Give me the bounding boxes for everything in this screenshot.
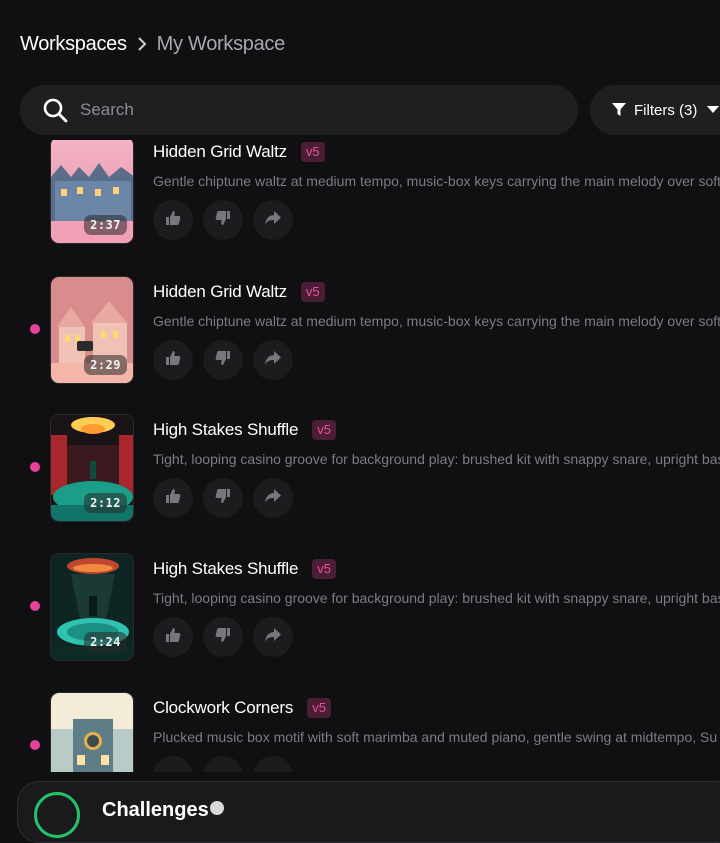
search-icon	[42, 97, 68, 123]
thumbs-down-icon	[215, 488, 231, 509]
song-description: Plucked music box motif with soft marimb…	[153, 729, 718, 745]
version-badge: v5	[307, 698, 331, 718]
song-cover-image[interactable]	[50, 692, 134, 772]
song-description: Tight, looping casino groove for backgro…	[153, 590, 720, 606]
share-button[interactable]	[253, 340, 293, 380]
like-button[interactable]	[153, 478, 193, 518]
song-title[interactable]: Clockwork Corners	[153, 698, 293, 718]
dislike-button[interactable]	[203, 200, 243, 240]
song-item[interactable]: Clockwork Corners v5 Plucked music box m…	[0, 692, 720, 772]
unplayed-indicator	[30, 324, 40, 334]
filters-label: Filters (3)	[634, 101, 698, 119]
share-icon	[264, 210, 282, 231]
song-duration: 2:29	[84, 355, 127, 375]
breadcrumb-current: My Workspace	[156, 32, 286, 55]
song-item[interactable]: 2:37 Hidden Grid Waltz v5 Gentle chiptun…	[0, 140, 720, 246]
challenges-bar[interactable]: Challenges	[17, 781, 720, 843]
song-description: Gentle chiptune waltz at medium tempo, m…	[153, 313, 720, 329]
challenges-label: Challenges	[102, 799, 209, 821]
unplayed-indicator	[30, 740, 40, 750]
filter-icon	[612, 103, 626, 117]
song-duration: 2:24	[84, 632, 127, 652]
song-description: Tight, looping casino groove for backgro…	[153, 451, 720, 467]
thumbs-up-icon	[165, 210, 181, 231]
song-title[interactable]: High Stakes Shuffle	[153, 559, 298, 579]
dislike-button[interactable]	[203, 756, 243, 772]
like-button[interactable]	[153, 200, 193, 240]
thumbs-up-icon	[165, 350, 181, 371]
song-duration: 2:12	[84, 493, 127, 513]
song-title[interactable]: Hidden Grid Waltz	[153, 142, 287, 162]
progress-ring	[34, 792, 80, 838]
song-item[interactable]: 2:29 Hidden Grid Waltz v5 Gentle chiptun…	[0, 276, 720, 386]
version-badge: v5	[312, 420, 336, 440]
version-badge: v5	[312, 559, 336, 579]
share-icon	[264, 488, 282, 509]
share-button[interactable]	[253, 617, 293, 657]
song-item[interactable]: 2:24 High Stakes Shuffle v5 Tight, loopi…	[0, 553, 720, 663]
share-button[interactable]	[253, 200, 293, 240]
share-icon	[264, 350, 282, 371]
song-item[interactable]: 2:12 High Stakes Shuffle v5 Tight, loopi…	[0, 414, 720, 524]
song-description: Gentle chiptune waltz at medium tempo, m…	[153, 173, 720, 189]
thumbs-up-icon	[165, 627, 181, 648]
chevron-right-icon	[137, 36, 147, 52]
version-badge: v5	[300, 142, 325, 162]
search-input[interactable]	[78, 99, 532, 121]
song-title[interactable]: High Stakes Shuffle	[153, 420, 298, 440]
song-cover-image[interactable]: 2:24	[50, 553, 134, 661]
share-button[interactable]	[253, 478, 293, 518]
breadcrumb: Workspaces My Workspace	[20, 30, 285, 58]
song-duration: 2:37	[84, 215, 127, 235]
breadcrumb-workspaces-link[interactable]: Workspaces	[20, 33, 127, 56]
like-button[interactable]	[153, 617, 193, 657]
song-cover-image[interactable]: 2:29	[50, 276, 134, 384]
info-icon[interactable]	[210, 801, 224, 815]
thumbs-up-icon	[165, 488, 181, 509]
dislike-button[interactable]	[203, 478, 243, 518]
song-cover-image[interactable]: 2:12	[50, 414, 134, 522]
chevron-down-icon	[707, 106, 720, 114]
share-icon	[264, 627, 282, 648]
unplayed-indicator	[30, 601, 40, 611]
song-list[interactable]: 2:37 Hidden Grid Waltz v5 Gentle chiptun…	[0, 140, 720, 772]
song-cover-image[interactable]: 2:37	[50, 140, 134, 244]
share-button[interactable]	[253, 756, 293, 772]
thumbs-down-icon	[215, 627, 231, 648]
dislike-button[interactable]	[203, 340, 243, 380]
unplayed-indicator	[30, 462, 40, 472]
search-bar[interactable]	[20, 85, 578, 135]
song-title[interactable]: Hidden Grid Waltz	[153, 282, 287, 302]
thumbs-down-icon	[215, 210, 231, 231]
dislike-button[interactable]	[203, 617, 243, 657]
like-button[interactable]	[153, 756, 193, 772]
thumbs-down-icon	[215, 350, 231, 371]
version-badge: v5	[300, 282, 325, 302]
filters-button[interactable]: Filters (3)	[590, 85, 720, 135]
like-button[interactable]	[153, 340, 193, 380]
